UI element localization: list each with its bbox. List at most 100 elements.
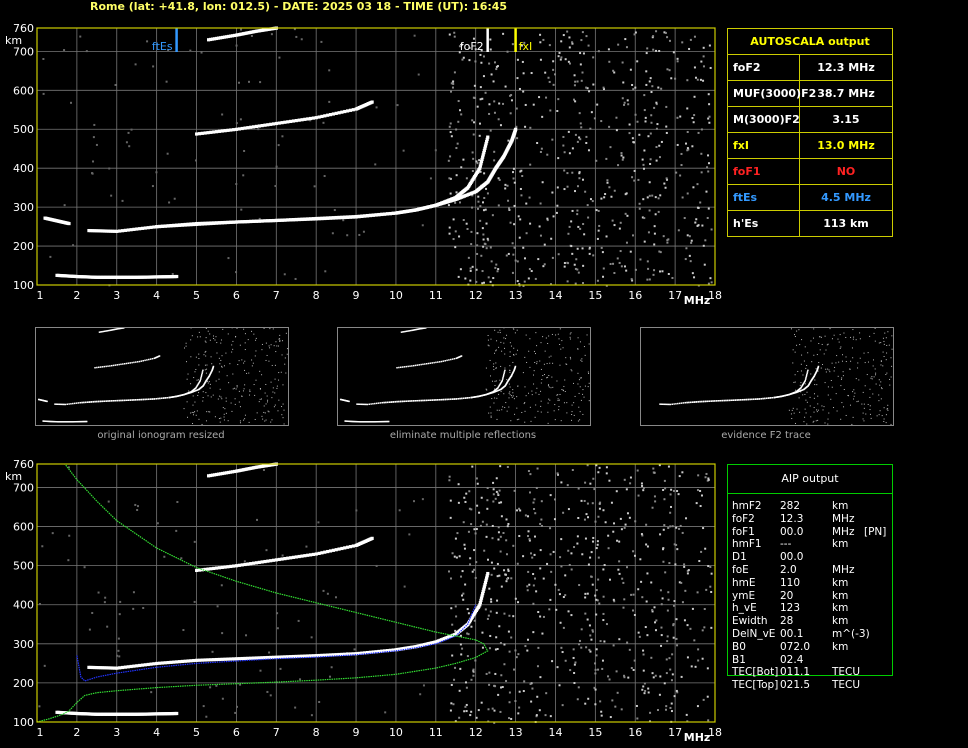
noise-dot [640, 533, 643, 536]
noise-dot [579, 122, 582, 125]
noise-dot [419, 693, 422, 696]
noise-dot [529, 683, 532, 686]
noise-dot [559, 58, 562, 61]
noise-dot [675, 526, 678, 529]
noise-dot [584, 702, 587, 705]
data-point [368, 213, 373, 217]
noise-dot [448, 226, 451, 229]
noise-dot [645, 70, 648, 73]
noise-dot [522, 246, 525, 249]
noise-dot [533, 535, 536, 538]
noise-dot [638, 207, 641, 210]
noise-dot [665, 131, 668, 134]
noise-dot [654, 213, 657, 216]
noise-dot [669, 525, 672, 528]
noise-dot [626, 99, 629, 102]
noise-dot [297, 619, 300, 622]
x-axis-label: MHz [684, 731, 711, 744]
noise-dot [528, 268, 531, 271]
aip-value: 02.4 [780, 653, 804, 666]
noise-dot [621, 158, 624, 161]
noise-dot [458, 555, 461, 558]
noise-dot [568, 152, 571, 155]
noise-dot [629, 250, 632, 253]
data-point [252, 219, 256, 223]
noise-dot [353, 648, 356, 651]
noise-dot [487, 276, 490, 279]
noise-dot [512, 615, 515, 618]
noise-dot [650, 114, 653, 117]
noise-dot [595, 654, 598, 657]
data-point [195, 658, 199, 662]
noise-dot [704, 547, 707, 550]
aip-unit: MHz [832, 512, 855, 525]
data-point [206, 658, 210, 662]
noise-dot [659, 589, 662, 592]
noise-dot [281, 554, 284, 557]
noise-dot [568, 225, 571, 228]
data-point [192, 222, 196, 227]
noise-dot [710, 626, 713, 629]
noise-dot [637, 631, 640, 634]
noise-dot [638, 635, 641, 638]
noise-dot [661, 597, 664, 600]
noise-dot [597, 515, 600, 518]
aip-unit: km [832, 538, 849, 551]
noise-dot [672, 604, 675, 607]
noise-dot [624, 523, 627, 526]
aip-row: foE 2.0 MHz [728, 564, 892, 577]
noise-dot [473, 568, 476, 571]
data-point [217, 221, 222, 225]
noise-dot [523, 280, 526, 283]
noise-dot [660, 644, 663, 647]
noise-dot [632, 668, 635, 671]
noise-dot [663, 524, 666, 527]
noise-dot [675, 171, 678, 174]
data-point [126, 228, 130, 232]
noise-dot [670, 488, 673, 491]
noise-dot [578, 112, 581, 115]
noise-dot [537, 611, 540, 614]
noise-dot [584, 537, 587, 540]
noise-dot [664, 31, 667, 34]
noise-dot [556, 472, 559, 475]
noise-dot [662, 560, 665, 563]
noise-dot [469, 269, 472, 272]
noise-dot [702, 698, 705, 701]
noise-dot [605, 235, 608, 238]
autoscala-row: MUF(3000)F2 38.7 MHz [728, 81, 892, 107]
noise-dot [683, 565, 686, 568]
noise-dot [693, 114, 696, 117]
noise-dot [412, 500, 415, 503]
noise-dot [668, 657, 671, 660]
noise-dot [616, 539, 619, 542]
noise-dot [681, 41, 684, 44]
noise-dot [235, 271, 238, 274]
noise-dot [630, 666, 633, 669]
noise-dot [310, 714, 313, 717]
data-point [277, 121, 281, 125]
noise-dot [674, 77, 677, 80]
noise-dot [642, 653, 645, 656]
noise-dot [536, 467, 539, 470]
data-point [115, 229, 119, 233]
data-point [157, 661, 162, 665]
data-point [212, 221, 216, 225]
data-point [280, 218, 284, 222]
noise-dot [693, 95, 696, 98]
noise-dot [509, 112, 512, 115]
noise-dot [551, 191, 554, 194]
noise-dot [408, 533, 411, 536]
autoscala-value: 12.3 MHz [817, 61, 875, 74]
noise-dot [707, 170, 710, 173]
noise-dot [543, 263, 546, 266]
noise-dot [493, 150, 496, 153]
noise-dot [453, 31, 456, 34]
noise-dot [652, 467, 655, 470]
data-point [266, 123, 270, 127]
noise-dot [500, 515, 503, 518]
noise-dot [482, 281, 485, 284]
aip-row: Ewidth 28 km [728, 615, 892, 628]
noise-dot [651, 672, 654, 675]
noise-dot [320, 40, 323, 43]
